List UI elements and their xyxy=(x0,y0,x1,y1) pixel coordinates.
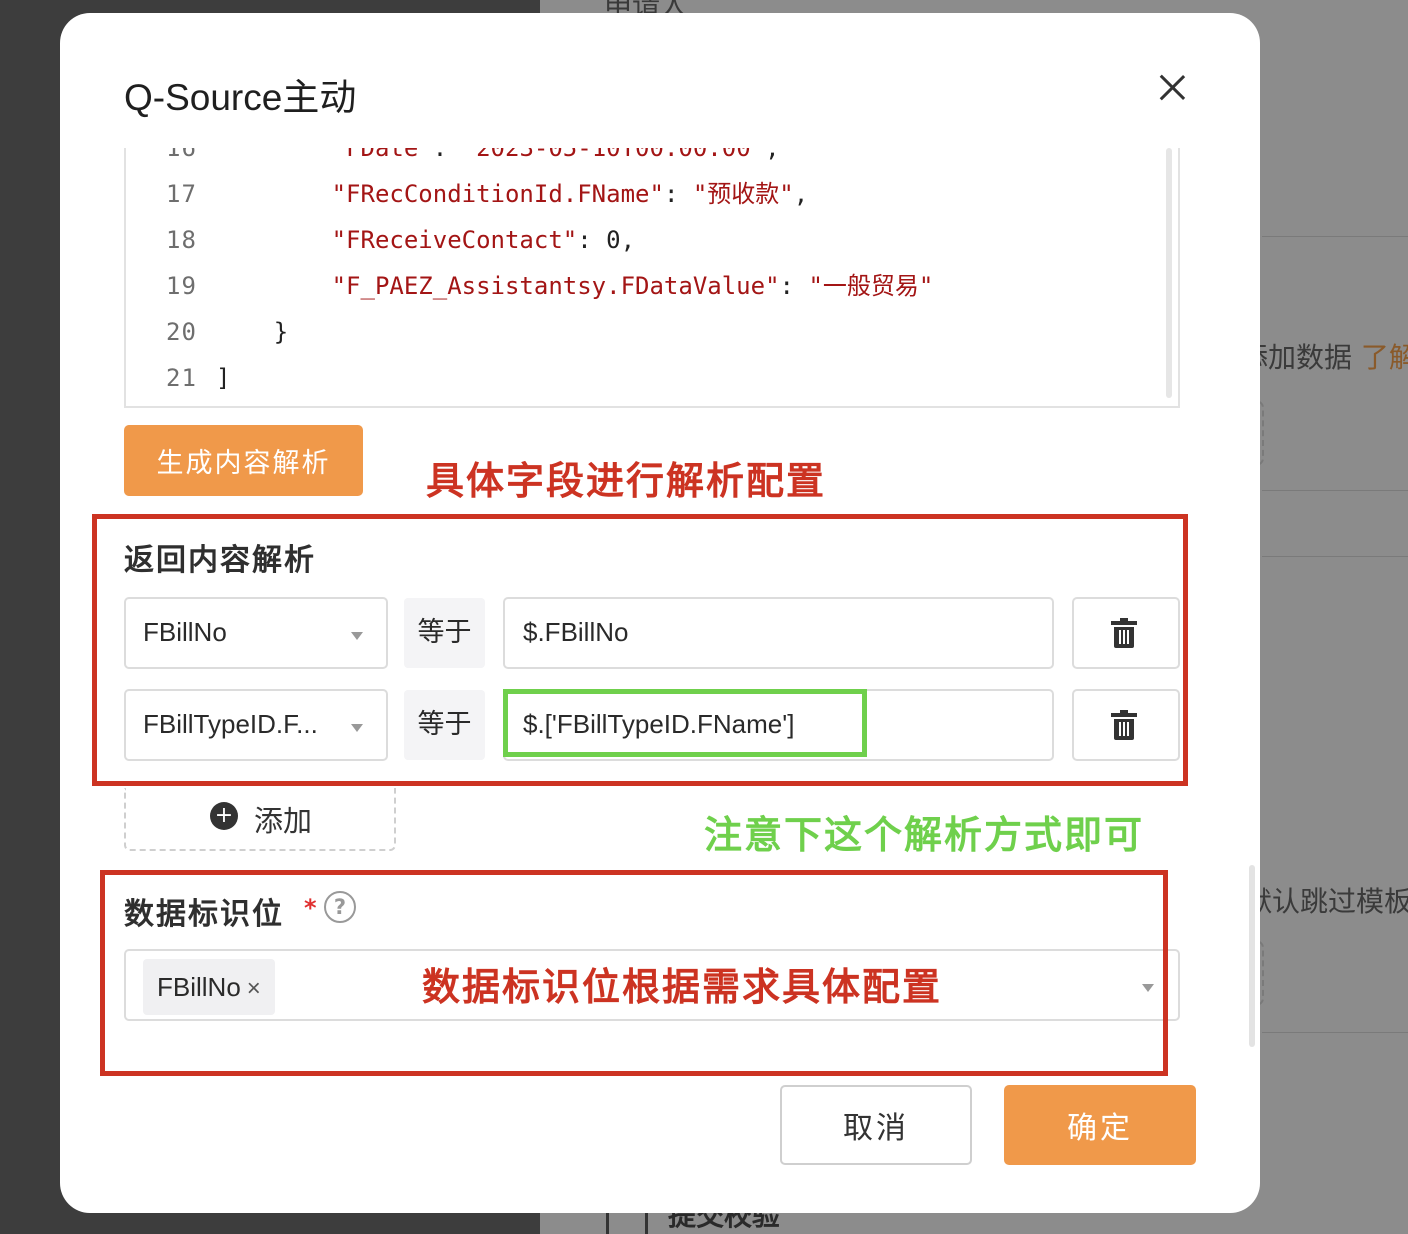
line-number: 17 xyxy=(166,180,197,208)
code-text: "F_PAEZ_Assistantsy.FDataValue": "一般贸易" xyxy=(331,272,934,300)
code-text: "FRecConditionId.FName": "预收款", xyxy=(331,180,809,208)
bg-divider xyxy=(1262,236,1408,237)
code-line: 16 "FDate": "2023-05-10T00:00:00", xyxy=(126,148,1156,171)
code-text: } xyxy=(273,318,289,346)
code-line: 20 } xyxy=(126,309,1156,355)
editor-scrollbar[interactable] xyxy=(1166,148,1172,398)
code-line: 18 "FReceiveContact": 0, xyxy=(126,217,1156,263)
line-number: 16 xyxy=(166,148,197,162)
cancel-button[interactable]: 取消 xyxy=(780,1085,972,1165)
modal-title: Q-Source主动 xyxy=(124,77,357,118)
code-text: "FDate": "2023-05-10T00:00:00", xyxy=(331,148,780,162)
line-number: 19 xyxy=(166,272,197,300)
bg-divider xyxy=(1262,490,1408,491)
line-number: 20 xyxy=(166,318,197,346)
modal-scrollbar[interactable] xyxy=(1249,865,1255,1047)
annotation-box-expression xyxy=(503,689,867,757)
line-number: 21 xyxy=(166,364,197,392)
annotation-parse-note: 具体字段进行解析配置 xyxy=(426,459,827,503)
bg-divider xyxy=(1262,1032,1408,1033)
bg-divider xyxy=(1262,556,1408,557)
ok-button[interactable]: 确定 xyxy=(1004,1085,1196,1165)
code-line: 19 "F_PAEZ_Assistantsy.FDataValue": "一般贸… xyxy=(126,263,1156,309)
add-row-button[interactable]: + 添加 xyxy=(124,788,396,851)
line-number: 18 xyxy=(166,226,197,254)
code-editor[interactable]: 16 "FDate": "2023-05-10T00:00:00", 17 "FR… xyxy=(124,148,1180,408)
code-text: "FReceiveContact": 0, xyxy=(331,226,636,254)
add-row-label: 添加 xyxy=(254,804,313,838)
bg-skip-template-text: 默认跳过模板 xyxy=(1244,885,1408,918)
plus-circle-icon: + xyxy=(210,802,238,830)
close-button[interactable] xyxy=(1154,69,1190,105)
annotation-expression-note: 注意下这个解析方式即可 xyxy=(704,813,1145,857)
code-text: ] xyxy=(216,364,231,392)
code-line: 21] xyxy=(126,355,1156,401)
bg-add-data-text: 添加数据 了解 xyxy=(1240,341,1408,374)
code-line: 17 "FRecConditionId.FName": "预收款", xyxy=(126,171,1156,217)
generate-parse-button[interactable]: 生成内容解析 xyxy=(124,425,363,496)
annotation-identifier-note: 数据标识位根据需求具体配置 xyxy=(422,965,943,1009)
